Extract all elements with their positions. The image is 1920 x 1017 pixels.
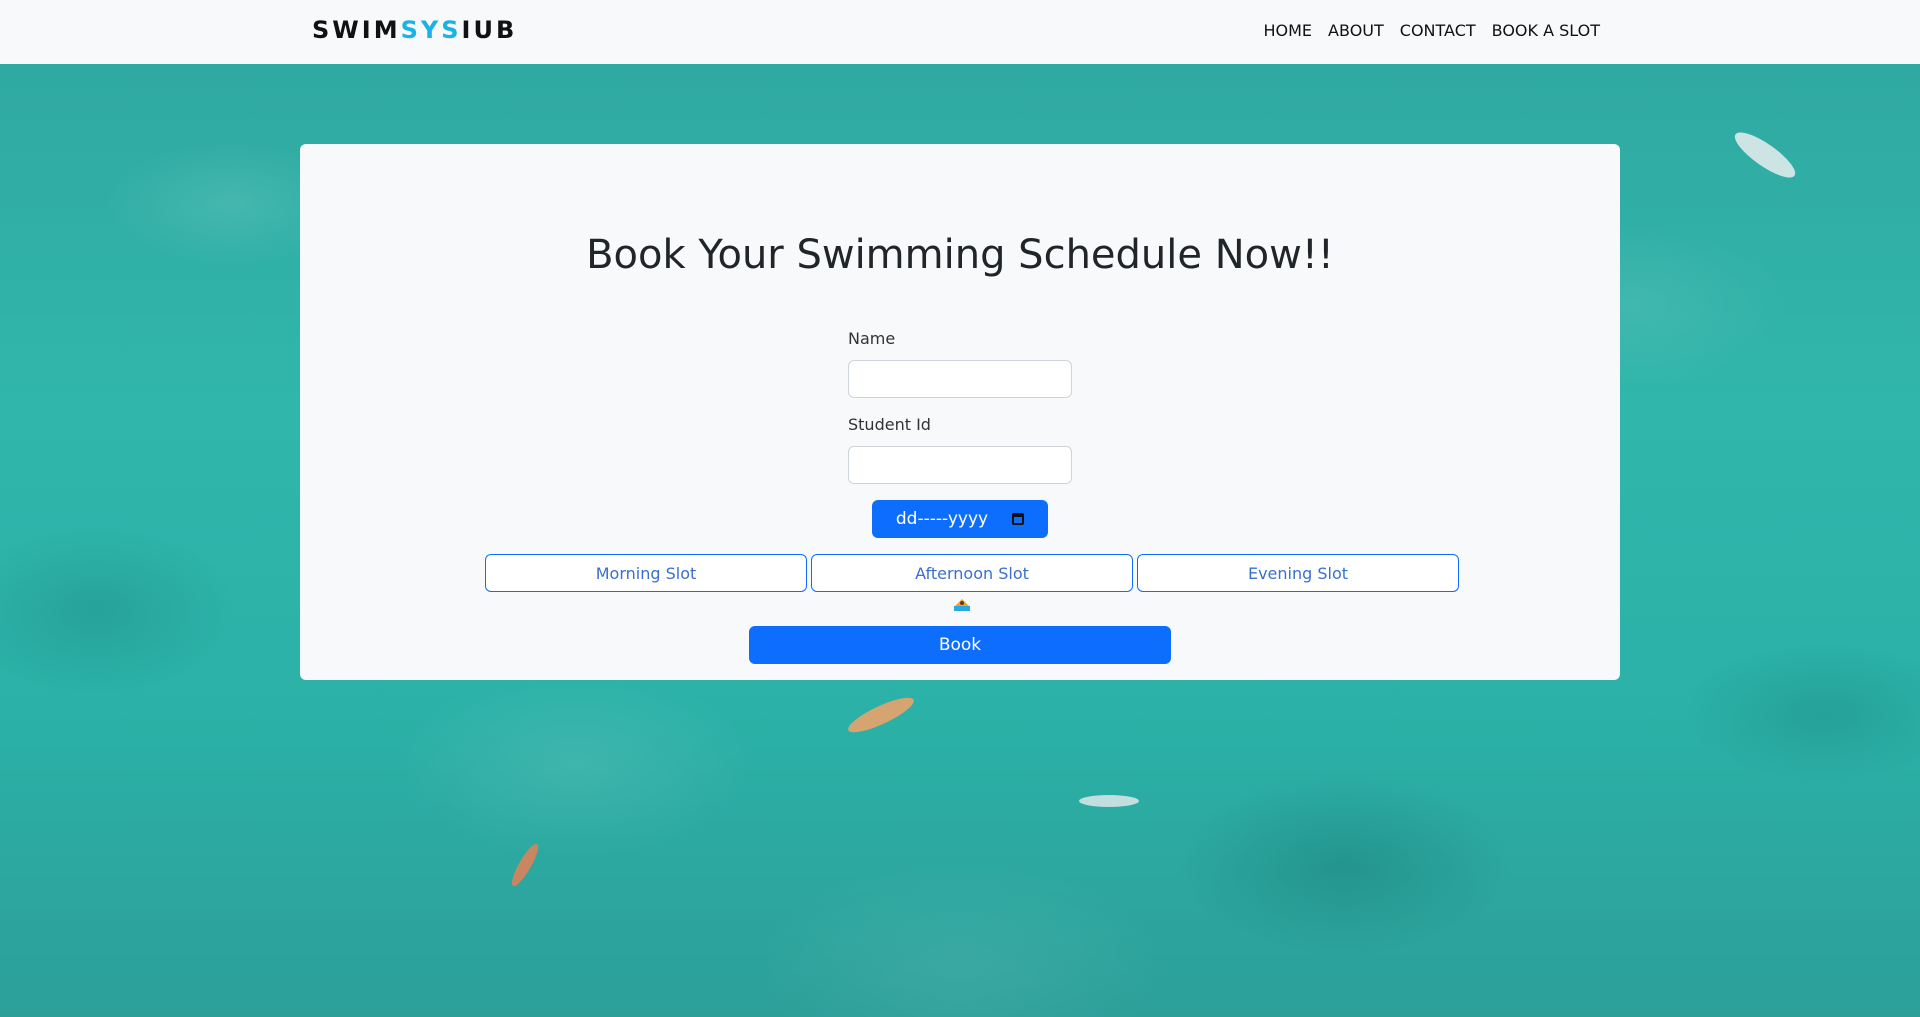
page: { "brand": { "part1": "SWIM", "part2": "… bbox=[0, 0, 1920, 1017]
afternoon-slot-button[interactable]: Afternoon Slot bbox=[811, 554, 1133, 592]
student-id-input[interactable] bbox=[848, 446, 1072, 484]
nav-home[interactable]: HOME bbox=[1264, 21, 1313, 40]
student-id-label: Student Id bbox=[848, 415, 931, 434]
fish-decoration bbox=[848, 697, 914, 733]
navbar: SWIMSYSIUB HOME ABOUT CONTACT BOOK A SLO… bbox=[0, 0, 1920, 64]
nav-contact[interactable]: CONTACT bbox=[1400, 21, 1476, 40]
name-input[interactable] bbox=[848, 360, 1072, 398]
calendar-icon[interactable] bbox=[1012, 513, 1025, 525]
fish-decoration bbox=[511, 844, 539, 886]
fish-decoration bbox=[1079, 795, 1139, 807]
brand-part-1: SWIM bbox=[312, 16, 401, 44]
date-picker[interactable]: dd-----yyyy bbox=[872, 500, 1048, 538]
brand-part-2: SYS bbox=[400, 16, 462, 44]
nav-about[interactable]: ABOUT bbox=[1328, 21, 1384, 40]
nav-menu: HOME ABOUT CONTACT BOOK A SLOT bbox=[1264, 21, 1601, 40]
book-button[interactable]: Book bbox=[749, 626, 1171, 664]
brand-part-3: IUB bbox=[461, 16, 518, 44]
name-label: Name bbox=[848, 329, 896, 348]
morning-slot-button[interactable]: Morning Slot bbox=[485, 554, 807, 592]
evening-slot-button[interactable]: Evening Slot bbox=[1137, 554, 1459, 592]
swimmer-icon bbox=[954, 599, 970, 611]
nav-book-a-slot[interactable]: BOOK A SLOT bbox=[1492, 21, 1600, 40]
booking-card: Book Your Swimming Schedule Now!! Name S… bbox=[300, 144, 1620, 680]
fish-decoration bbox=[1734, 132, 1796, 178]
page-title: Book Your Swimming Schedule Now!! bbox=[586, 232, 1334, 278]
date-placeholder: dd-----yyyy bbox=[895, 509, 989, 529]
brand-logo[interactable]: SWIMSYSIUB bbox=[312, 16, 517, 44]
